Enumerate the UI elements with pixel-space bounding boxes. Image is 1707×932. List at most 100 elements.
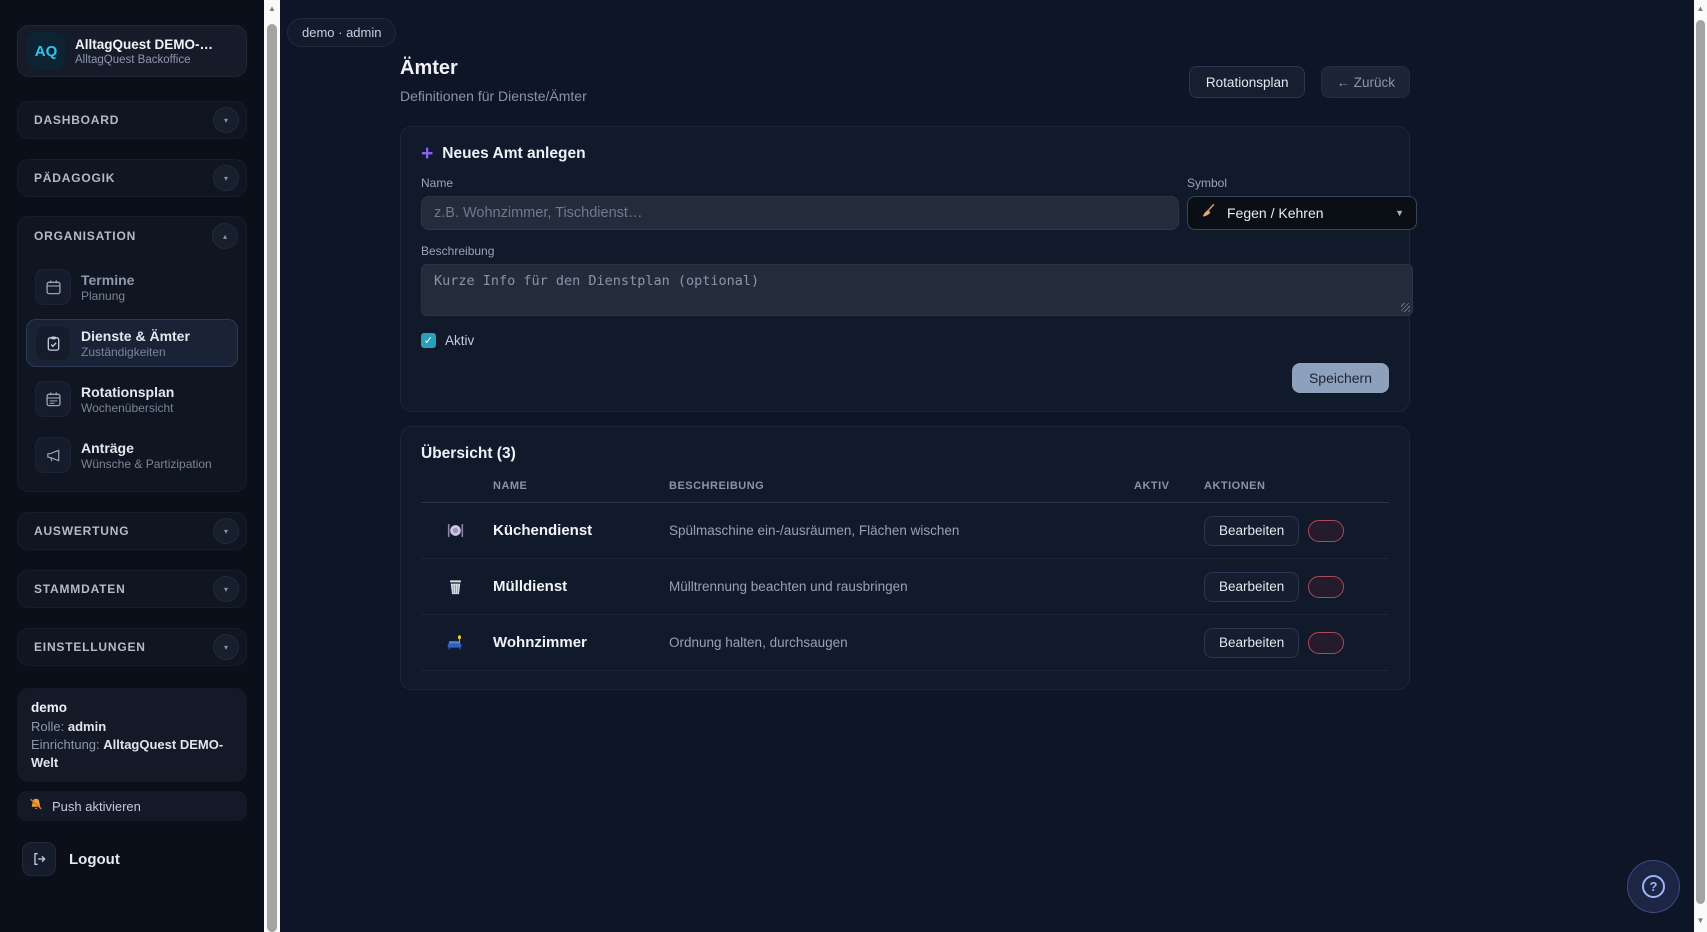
scrollbar-thumb[interactable] bbox=[267, 24, 277, 932]
help-button[interactable]: ? bbox=[1627, 860, 1680, 913]
user-role: Rolle: admin bbox=[31, 718, 233, 736]
sidebar-section-organisation-group: ORGANISATION ▴ Termine Planung Dienste &… bbox=[17, 216, 247, 492]
delete-button[interactable] bbox=[1308, 576, 1344, 598]
symbol-label: Symbol bbox=[1187, 176, 1417, 190]
column-header-name: NAME bbox=[493, 480, 669, 492]
nav-item-title: Termine bbox=[81, 272, 134, 288]
push-activate-label: Push aktivieren bbox=[52, 799, 141, 814]
section-label: AUSWERTUNG bbox=[34, 524, 129, 538]
section-label: ORGANISATION bbox=[34, 229, 136, 243]
calendar-icon bbox=[35, 269, 71, 305]
chevron-up-icon[interactable]: ▴ bbox=[212, 223, 238, 249]
nav-item-title: Dienste & Ämter bbox=[81, 328, 190, 344]
plus-icon: + bbox=[421, 145, 433, 163]
sidebar-scrollbar[interactable]: ▲ bbox=[264, 0, 280, 932]
form-title-row: + Neues Amt anlegen bbox=[421, 145, 1389, 163]
bell-slash-icon bbox=[28, 797, 44, 816]
logout-button[interactable]: Logout bbox=[17, 842, 247, 876]
user-name: demo bbox=[31, 699, 233, 718]
row-name: Küchendienst bbox=[493, 522, 669, 539]
edit-button[interactable]: Bearbeiten bbox=[1204, 516, 1299, 546]
megaphone-icon bbox=[35, 437, 71, 473]
push-activate-button[interactable]: Push aktivieren bbox=[17, 791, 247, 821]
logout-icon bbox=[22, 842, 56, 876]
nav-item-title: Rotationsplan bbox=[81, 384, 174, 400]
row-name: Mülldienst bbox=[493, 578, 669, 595]
column-header-aktionen: AKTIONEN bbox=[1204, 480, 1389, 492]
edit-button[interactable]: Bearbeiten bbox=[1204, 572, 1299, 602]
sidebar-section-auswertung[interactable]: AUSWERTUNG ▾ bbox=[17, 512, 247, 550]
main-scrollbar[interactable]: ▲ ▼ bbox=[1694, 0, 1707, 932]
workspace-card: AQ AlltagQuest DEMO-… AlltagQuest Backof… bbox=[17, 25, 247, 77]
calendar-week-icon bbox=[35, 381, 71, 417]
symbol-select-value: Fegen / Kehren bbox=[1227, 205, 1385, 221]
broom-icon bbox=[1200, 203, 1217, 223]
user-role-chip: demo · admin bbox=[287, 18, 396, 47]
table-header-row: NAME BESCHREIBUNG AKTIV AKTIONEN bbox=[421, 480, 1389, 503]
row-description: Ordnung halten, durchsaugen bbox=[669, 635, 1134, 650]
aktiv-checkbox-row[interactable]: ✓ Aktiv bbox=[421, 333, 474, 348]
chevron-down-icon[interactable]: ▾ bbox=[213, 518, 239, 544]
symbol-select[interactable]: Fegen / Kehren ▼ bbox=[1187, 196, 1417, 230]
row-description: Spülmaschine ein-/ausräumen, Flächen wis… bbox=[669, 523, 1134, 538]
clipboard-check-icon bbox=[35, 325, 71, 361]
sidebar-section-stammdaten[interactable]: STAMMDATEN ▾ bbox=[17, 570, 247, 608]
page-subtitle: Definitionen für Dienste/Ämter bbox=[400, 88, 587, 104]
section-label: DASHBOARD bbox=[34, 113, 119, 127]
user-facility: Einrichtung: AlltagQuest DEMO-Welt bbox=[31, 736, 233, 772]
section-label: PÄDAGOGIK bbox=[34, 171, 115, 185]
row-name: Wohnzimmer bbox=[493, 634, 669, 651]
logout-label: Logout bbox=[69, 851, 120, 868]
delete-button[interactable] bbox=[1308, 520, 1344, 542]
scrollbar-up-arrow[interactable]: ▲ bbox=[1694, 1, 1707, 17]
sidebar-section-dashboard[interactable]: DASHBOARD ▾ bbox=[17, 101, 247, 139]
page-header: Ämter Definitionen für Dienste/Ämter Rot… bbox=[400, 57, 1410, 104]
app-logo-text: AQ bbox=[35, 43, 58, 60]
description-label: Beschreibung bbox=[421, 244, 1389, 258]
nav-item-title: Anträge bbox=[81, 440, 212, 456]
nav-item-subtitle: Zuständigkeiten bbox=[81, 345, 190, 359]
column-header-beschreibung: BESCHREIBUNG bbox=[669, 480, 1134, 492]
back-button[interactable]: ← Zurück bbox=[1321, 66, 1410, 98]
nav-item-subtitle: Wünsche & Partizipation bbox=[81, 457, 212, 471]
scrollbar-up-arrow[interactable]: ▲ bbox=[264, 1, 280, 17]
save-button[interactable]: Speichern bbox=[1292, 363, 1389, 393]
sidebar-section-einstellungen[interactable]: EINSTELLUNGEN ▾ bbox=[17, 628, 247, 666]
sidebar-section-organisation[interactable]: ORGANISATION ▴ bbox=[26, 217, 238, 255]
app-logo: AQ bbox=[27, 32, 65, 70]
question-mark-icon: ? bbox=[1642, 875, 1665, 898]
sidebar-section-paedagogik[interactable]: PÄDAGOGIK ▾ bbox=[17, 159, 247, 197]
page-content: Ämter Definitionen für Dienste/Ämter Rot… bbox=[400, 57, 1410, 690]
chevron-down-icon[interactable]: ▾ bbox=[213, 107, 239, 133]
row-description: Mülltrennung beachten und rausbringen bbox=[669, 579, 1134, 594]
uebersicht-card: Übersicht (3) NAME BESCHREIBUNG AKTIV AK… bbox=[400, 426, 1410, 690]
edit-button[interactable]: Bearbeiten bbox=[1204, 628, 1299, 658]
table-row: Mülldienst Mülltrennung beachten und rau… bbox=[421, 559, 1389, 615]
chevron-down-icon: ▼ bbox=[1395, 208, 1404, 218]
column-header-aktiv: AKTIV bbox=[1134, 480, 1204, 492]
name-input[interactable] bbox=[421, 196, 1179, 230]
section-label: STAMMDATEN bbox=[34, 582, 126, 596]
page-title: Ämter bbox=[400, 57, 587, 80]
scrollbar-down-arrow[interactable]: ▼ bbox=[1694, 913, 1707, 929]
chevron-down-icon[interactable]: ▾ bbox=[213, 576, 239, 602]
table-row: Wohnzimmer Ordnung halten, durchsaugen B… bbox=[421, 615, 1389, 671]
scrollbar-thumb[interactable] bbox=[1696, 20, 1705, 904]
chevron-down-icon[interactable]: ▾ bbox=[213, 634, 239, 660]
aktiv-checkbox[interactable]: ✓ bbox=[421, 333, 436, 348]
user-info-card: demo Rolle: admin Einrichtung: AlltagQue… bbox=[17, 688, 247, 782]
workspace-subtitle: AlltagQuest Backoffice bbox=[75, 54, 213, 66]
description-textarea-wrap bbox=[421, 264, 1413, 316]
sidebar-item-dienste-aemter[interactable]: Dienste & Ämter Zuständigkeiten bbox=[26, 319, 238, 367]
sidebar-item-antraege[interactable]: Anträge Wünsche & Partizipation bbox=[26, 431, 238, 479]
sidebar-item-rotationsplan[interactable]: Rotationsplan Wochenübersicht bbox=[26, 375, 238, 423]
rotationsplan-button[interactable]: Rotationsplan bbox=[1189, 66, 1306, 98]
chevron-down-icon[interactable]: ▾ bbox=[213, 165, 239, 191]
delete-button[interactable] bbox=[1308, 632, 1344, 654]
couch-icon bbox=[421, 633, 493, 652]
name-label: Name bbox=[421, 176, 1179, 190]
sidebar-item-termine[interactable]: Termine Planung bbox=[26, 263, 238, 311]
trash-icon bbox=[421, 577, 493, 596]
description-textarea[interactable] bbox=[421, 264, 1413, 316]
sidebar: AQ AlltagQuest DEMO-… AlltagQuest Backof… bbox=[0, 0, 264, 932]
